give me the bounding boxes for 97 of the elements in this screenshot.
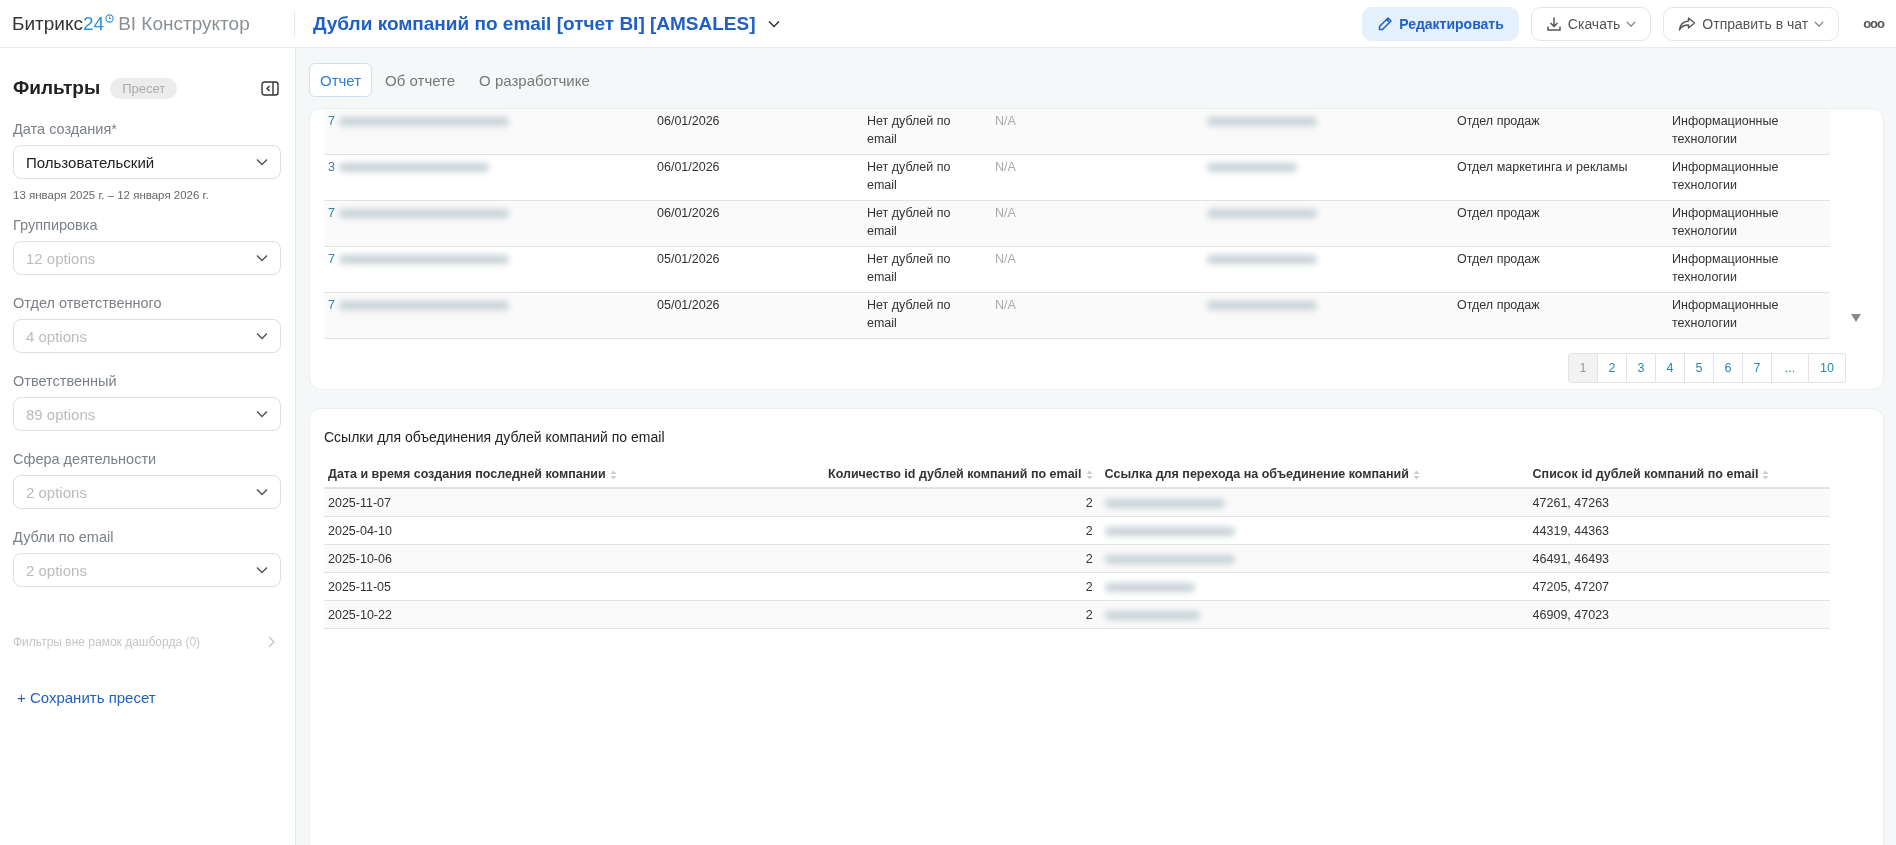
- table-cell: Отдел продаж: [1453, 292, 1668, 339]
- table-cell: N/A: [991, 154, 1203, 201]
- table-cell: Нет дублей по email: [863, 109, 991, 155]
- table-cell: Нет дублей по email: [863, 200, 991, 247]
- table-cell: Информационные технологии: [1668, 154, 1830, 201]
- table-cell: 06/01/2026: [653, 200, 863, 247]
- filter-label: Дата создания*: [13, 121, 118, 137]
- table-cell: 06/01/2026: [653, 154, 863, 201]
- table-cell: 2025-11-07: [324, 488, 824, 517]
- table-cell: 44319, 44363: [1528, 516, 1830, 545]
- table-cell: Информационные технологии: [1668, 200, 1830, 247]
- report-title: Дубли компаний по email [отчет BI] [AMSALES]: [313, 12, 756, 35]
- page-button[interactable]: 6: [1713, 354, 1742, 382]
- table-cell: 2025-10-22: [324, 600, 824, 629]
- table-cell: Отдел продаж: [1453, 246, 1668, 293]
- share-button[interactable]: Отправить в чат: [1663, 6, 1840, 41]
- chevron-icon: [1814, 19, 1825, 28]
- pencil-icon: [1377, 15, 1394, 32]
- tab[interactable]: Отчет: [309, 63, 373, 97]
- chevron-icon: [256, 410, 268, 418]
- table-cell[interactable]: 7: [328, 112, 335, 130]
- table-cell: N/A: [991, 109, 1203, 155]
- table-cell: N/A: [991, 246, 1203, 293]
- chevron-icon: [256, 254, 268, 262]
- table-cell: 46491, 46493: [1528, 544, 1830, 573]
- product-name: BI Конструктор: [118, 12, 250, 35]
- collapse-panel-icon[interactable]: [261, 80, 279, 96]
- sort-icon: [609, 469, 617, 480]
- filter-label: Группировка: [13, 217, 99, 233]
- table-cell: Информационные технологии: [1668, 292, 1830, 339]
- table-cell: 2: [824, 516, 1101, 545]
- table-cell: Информационные технологии: [1668, 246, 1830, 293]
- chevron-icon: [256, 488, 268, 496]
- table-cell[interactable]: 7: [328, 250, 335, 268]
- brand-number: 24: [83, 12, 105, 35]
- table-cell: 47205, 47207: [1528, 572, 1830, 601]
- table-cell: 05/01/2026: [653, 246, 863, 293]
- chevron-icon: [256, 332, 268, 340]
- download-icon: [1545, 15, 1562, 32]
- table-cell: Нет дублей по email: [863, 292, 991, 339]
- filter-label: Ответственный: [13, 373, 118, 389]
- filter-label: Сфера деятельности: [13, 451, 158, 467]
- date-range-text: 13 января 2025 г. – 12 января 2026 г.: [13, 189, 210, 201]
- table-title: Ссылки для объединения дублей компаний по email: [324, 429, 666, 445]
- table-cell: 2025-10-06: [324, 544, 824, 573]
- filter-label: Дубли по email: [13, 529, 115, 545]
- page-button[interactable]: 2: [1597, 354, 1626, 382]
- page-button[interactable]: 1: [1569, 354, 1597, 382]
- edit-button[interactable]: Редактировать: [1362, 6, 1519, 41]
- table-cell[interactable]: 7: [328, 296, 335, 314]
- filter-label: Отдел ответственного: [13, 295, 163, 311]
- table-cell: Отдел продаж: [1453, 109, 1668, 155]
- table-cell: Информационные технологии: [1668, 109, 1830, 155]
- table-cell: 2: [824, 572, 1101, 601]
- tab[interactable]: О разработчике: [468, 63, 601, 97]
- download-button[interactable]: Скачать: [1530, 6, 1652, 41]
- table-cell: Нет дублей по email: [863, 246, 991, 293]
- table-cell: Нет дублей по email: [863, 154, 991, 201]
- chevron-icon: [256, 566, 268, 574]
- table-cell: Отдел продаж: [1453, 200, 1668, 247]
- table-cell: 05/01/2026: [653, 292, 863, 339]
- sort-icon: [1412, 469, 1420, 480]
- clock-icon: [105, 14, 115, 23]
- chevron-right-icon: [268, 636, 275, 648]
- sort-icon: [1085, 469, 1093, 480]
- brand-name: Битрикс: [12, 12, 83, 35]
- chevron-icon: [1626, 19, 1637, 28]
- chevron-icon[interactable]: [767, 19, 780, 28]
- share-arrow-icon: [1678, 15, 1697, 32]
- table-cell: 2025-11-05: [324, 572, 824, 601]
- page-button[interactable]: 4: [1655, 354, 1684, 382]
- page-button[interactable]: ...: [1771, 354, 1808, 382]
- preset-badge: Пресет: [110, 77, 178, 99]
- more-button[interactable]: ooo: [1863, 16, 1884, 31]
- page-button[interactable]: 7: [1742, 354, 1771, 382]
- table-cell: 06/01/2026: [653, 109, 863, 155]
- page-button[interactable]: 3: [1626, 354, 1655, 382]
- table-cell: 2: [824, 600, 1101, 629]
- table-cell[interactable]: 7: [328, 204, 335, 222]
- table-cell: N/A: [991, 292, 1203, 339]
- sidebar-title: Фильтры: [13, 77, 101, 99]
- filter-dropdown[interactable]: Пользовательский: [13, 145, 281, 179]
- table-cell: 2: [824, 488, 1101, 517]
- table-cell: N/A: [991, 200, 1203, 247]
- table-cell: 2: [824, 544, 1101, 573]
- tab[interactable]: Об отчете: [374, 63, 467, 97]
- table-cell: Отдел маркетинга и рекламы: [1453, 154, 1668, 201]
- sort-icon: [1762, 469, 1770, 480]
- save-preset-link[interactable]: + Сохранить пресет: [13, 689, 281, 706]
- table-cell: 2025-04-10: [324, 516, 824, 545]
- table-cell[interactable]: 3: [328, 158, 335, 176]
- page-button[interactable]: 10: [1808, 354, 1845, 382]
- chevron-icon: [256, 158, 268, 166]
- table-cell: 46909, 47023: [1528, 600, 1830, 629]
- scroll-down-icon[interactable]: [1851, 314, 1861, 322]
- table-cell: 47261, 47263: [1528, 488, 1830, 517]
- page-button[interactable]: 5: [1684, 354, 1713, 382]
